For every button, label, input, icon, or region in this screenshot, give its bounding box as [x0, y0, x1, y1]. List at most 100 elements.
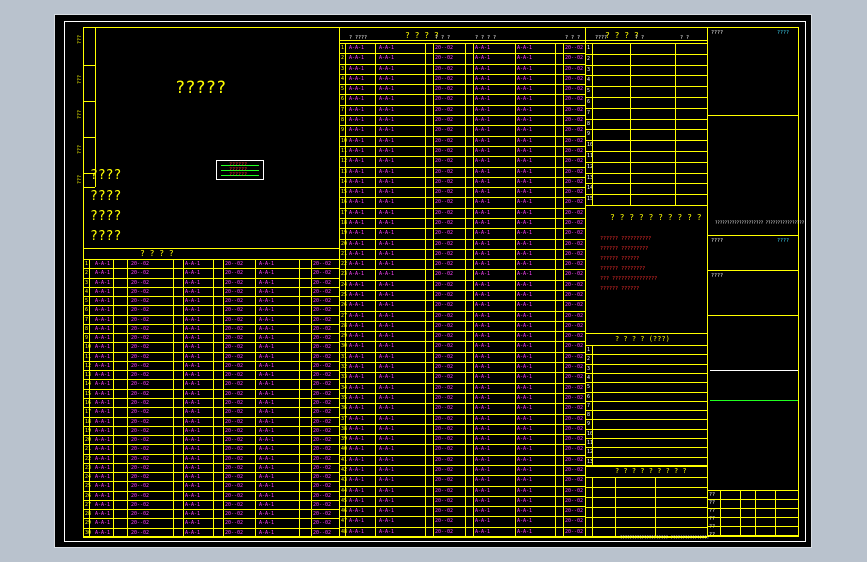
table-cell-text[interactable]: A-A-1: [379, 271, 394, 277]
table-cell-text[interactable]: 20--02: [435, 292, 453, 298]
table-cell-text[interactable]: A-A-1: [517, 302, 532, 308]
table-cell-text[interactable]: 9: [85, 335, 88, 341]
table-cell-text[interactable]: A-A-1: [475, 282, 490, 288]
table-cell-text[interactable]: A-A-1: [185, 280, 200, 286]
table-cell-text[interactable]: 20--02: [225, 280, 243, 286]
table-cell-text[interactable]: 9: [587, 131, 590, 137]
table-cell-text[interactable]: A-A-1: [349, 333, 364, 339]
table-cell-text[interactable]: A-A-1: [379, 343, 394, 349]
table-cell-text[interactable]: A-A-1: [95, 520, 110, 526]
table-cell-text[interactable]: 5: [587, 88, 590, 94]
table-cell-text[interactable]: A-A-1: [259, 511, 274, 517]
top-right-heading[interactable]: ? ? ? ?: [605, 32, 639, 40]
table-cell-text[interactable]: A-A-1: [379, 76, 394, 82]
table-cell-text[interactable]: 20--02: [435, 323, 453, 329]
table-cell-text[interactable]: A-A-1: [517, 374, 532, 380]
table-cell-text[interactable]: A-A-1: [517, 251, 532, 257]
table-cell-text[interactable]: 20--02: [435, 55, 453, 61]
table-cell-text[interactable]: 20--02: [225, 456, 243, 462]
table-cell-text[interactable]: A-A-1: [349, 498, 364, 504]
table-cell-text[interactable]: 20--02: [313, 409, 331, 415]
note-2[interactable]: ????: [90, 190, 121, 203]
table-cell-text[interactable]: 20--02: [313, 270, 331, 276]
table-cell-text[interactable]: A-A-1: [349, 416, 364, 422]
table-cell-text[interactable]: 20--02: [131, 381, 149, 387]
table-cell-text[interactable]: A-A-1: [95, 409, 110, 415]
table-cell-text[interactable]: A-A-1: [349, 364, 364, 370]
table-cell-text[interactable]: 20--02: [435, 477, 453, 483]
table-cell-text[interactable]: 20--02: [435, 230, 453, 236]
table-cell-text[interactable]: A-A-1: [517, 241, 532, 247]
table-cell-text[interactable]: A-A-1: [517, 96, 532, 102]
table-cell-text[interactable]: 20--02: [435, 529, 453, 535]
table-cell-text[interactable]: A-A-1: [517, 405, 532, 411]
table-cell-text[interactable]: A-A-1: [379, 220, 394, 226]
table-cell-text[interactable]: 3: [587, 67, 590, 73]
table-cell-text[interactable]: A-A-1: [349, 86, 364, 92]
table-cell-text[interactable]: A-A-1: [475, 117, 490, 123]
table-cell-text[interactable]: 20--02: [565, 282, 583, 288]
table-cell-text[interactable]: A-A-1: [379, 282, 394, 288]
right-bottom-heading[interactable]: ? ? ? ? ? ? ? ? ?: [615, 468, 687, 475]
table-cell-text[interactable]: A-A-1: [475, 498, 490, 504]
table-cell-text[interactable]: 20--02: [225, 409, 243, 415]
table-cell-text[interactable]: 20--02: [565, 251, 583, 257]
table-cell-text[interactable]: A-A-1: [259, 493, 274, 499]
table-cell-text[interactable]: A-A-1: [475, 518, 490, 524]
table-cell-text[interactable]: A-A-1: [185, 261, 200, 267]
table-cell-text[interactable]: A-A-1: [259, 298, 274, 304]
table-cell-text[interactable]: A-A-1: [185, 437, 200, 443]
table-cell-text[interactable]: A-A-1: [349, 66, 364, 72]
table-cell-text[interactable]: A-A-1: [379, 518, 394, 524]
table-cell-text[interactable]: 20--02: [313, 298, 331, 304]
table-cell-text[interactable]: A-A-1: [349, 251, 364, 257]
table-cell-text[interactable]: 20--02: [225, 502, 243, 508]
table-cell-text[interactable]: A-A-1: [475, 333, 490, 339]
table-cell-text[interactable]: 1: [85, 261, 88, 267]
table-cell-text[interactable]: A-A-1: [349, 199, 364, 205]
table-cell-text[interactable]: A-A-1: [379, 189, 394, 195]
table-cell-text[interactable]: A-A-1: [259, 344, 274, 350]
table-cell-text[interactable]: 9: [587, 421, 590, 427]
table-cell-text[interactable]: A-A-1: [379, 405, 394, 411]
table-cell-text[interactable]: 20--02: [313, 456, 331, 462]
table-cell-text[interactable]: 20--02: [131, 372, 149, 378]
table-cell-text[interactable]: A-A-1: [379, 385, 394, 391]
main-title[interactable]: ?????: [175, 80, 226, 97]
table-cell-text[interactable]: 20--02: [225, 372, 243, 378]
table-cell-text[interactable]: A-A-1: [517, 261, 532, 267]
table-cell-text[interactable]: 20--02: [225, 465, 243, 471]
table-cell-text[interactable]: 20--02: [313, 511, 331, 517]
table-cell-text[interactable]: A-A-1: [379, 457, 394, 463]
table-cell-text[interactable]: A-A-1: [379, 416, 394, 422]
table-cell-text[interactable]: 20--02: [565, 374, 583, 380]
table-cell-text[interactable]: A-A-1: [185, 511, 200, 517]
table-cell-text[interactable]: A-A-1: [185, 419, 200, 425]
table-cell-text[interactable]: A-A-1: [379, 127, 394, 133]
table-cell-text[interactable]: 20--02: [131, 511, 149, 517]
table-cell-text[interactable]: 20--02: [565, 230, 583, 236]
table-cell-text[interactable]: A-A-1: [349, 405, 364, 411]
table-cell-text[interactable]: A-A-1: [475, 313, 490, 319]
table-cell-text[interactable]: 20--02: [565, 76, 583, 82]
table-cell-text[interactable]: 20--02: [565, 457, 583, 463]
table-cell-text[interactable]: 20--02: [131, 261, 149, 267]
table-cell-text[interactable]: A-A-1: [95, 502, 110, 508]
table-cell-text[interactable]: 20--02: [131, 280, 149, 286]
table-cell-text[interactable]: A-A-1: [349, 343, 364, 349]
table-cell-text[interactable]: A-A-1: [259, 400, 274, 406]
table-cell-text[interactable]: A-A-1: [349, 96, 364, 102]
table-cell-text[interactable]: 20--02: [565, 107, 583, 113]
table-cell-text[interactable]: 20--02: [225, 437, 243, 443]
table-cell-text[interactable]: 20--02: [131, 363, 149, 369]
table-cell-text[interactable]: A-A-1: [475, 241, 490, 247]
table-cell-text[interactable]: 20--02: [131, 400, 149, 406]
table-cell-text[interactable]: A-A-1: [185, 520, 200, 526]
table-cell-text[interactable]: 20--02: [565, 261, 583, 267]
table-cell-text[interactable]: 7: [85, 317, 88, 323]
table-cell-text[interactable]: A-A-1: [517, 158, 532, 164]
table-cell-text[interactable]: A-A-1: [379, 138, 394, 144]
table-cell-text[interactable]: A-A-1: [95, 363, 110, 369]
table-cell-text[interactable]: 3: [85, 280, 88, 286]
table-cell-text[interactable]: 20--02: [435, 343, 453, 349]
